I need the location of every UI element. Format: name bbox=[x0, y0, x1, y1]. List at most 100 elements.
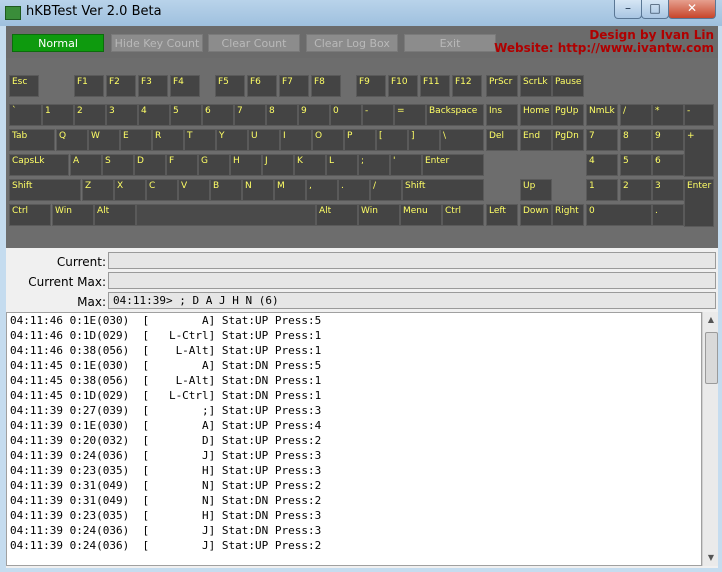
key-sym68[interactable]: ; bbox=[358, 154, 390, 176]
key-win[interactable]: Win bbox=[52, 204, 94, 226]
key-sym83[interactable]: . bbox=[338, 179, 370, 201]
key-9[interactable]: 9 bbox=[298, 104, 330, 126]
key-v[interactable]: V bbox=[178, 179, 210, 201]
key-b[interactable]: B bbox=[210, 179, 242, 201]
key-8[interactable]: 8 bbox=[266, 104, 298, 126]
key-l[interactable]: L bbox=[326, 154, 358, 176]
key-f1[interactable]: F1 bbox=[74, 75, 104, 97]
key-home[interactable]: Home bbox=[520, 104, 552, 126]
key-sym82[interactable]: , bbox=[306, 179, 338, 201]
maximize-button[interactable]: □ bbox=[641, 0, 669, 19]
key-sym48[interactable]: [ bbox=[376, 129, 408, 151]
key-8[interactable]: 8 bbox=[620, 129, 652, 151]
key-del[interactable]: Del bbox=[486, 129, 518, 151]
key-menu[interactable]: Menu bbox=[400, 204, 442, 226]
key-sym103[interactable]: . bbox=[652, 204, 684, 226]
key-alt[interactable]: Alt bbox=[94, 204, 136, 226]
key-1[interactable]: 1 bbox=[586, 179, 618, 201]
minimize-button[interactable]: – bbox=[614, 0, 642, 19]
key-f5[interactable]: F5 bbox=[215, 75, 245, 97]
key-m[interactable]: M bbox=[274, 179, 306, 201]
normal-button[interactable]: Normal bbox=[12, 34, 104, 52]
key-0[interactable]: 0 bbox=[586, 204, 652, 226]
key-enter[interactable]: Enter bbox=[684, 179, 714, 227]
log-scrollbar[interactable]: ▲ ▼ bbox=[702, 312, 718, 566]
key-f3[interactable]: F3 bbox=[138, 75, 168, 97]
key-9[interactable]: 9 bbox=[652, 129, 684, 151]
key-r[interactable]: R bbox=[152, 129, 184, 151]
key-f10[interactable]: F10 bbox=[388, 75, 418, 97]
scroll-thumb[interactable] bbox=[705, 332, 718, 384]
key-space[interactable] bbox=[136, 204, 316, 226]
key-n[interactable]: N bbox=[242, 179, 274, 201]
key-c[interactable]: C bbox=[146, 179, 178, 201]
key-sym27[interactable]: - bbox=[362, 104, 394, 126]
key-p[interactable]: P bbox=[344, 129, 376, 151]
key-t[interactable]: T bbox=[184, 129, 216, 151]
key-scrlk[interactable]: ScrLk bbox=[520, 75, 552, 97]
key-h[interactable]: H bbox=[230, 154, 262, 176]
key-win[interactable]: Win bbox=[358, 204, 400, 226]
key-w[interactable]: W bbox=[88, 129, 120, 151]
key-sym28[interactable]: = bbox=[394, 104, 426, 126]
key-k[interactable]: K bbox=[294, 154, 326, 176]
key-x[interactable]: X bbox=[114, 179, 146, 201]
key-up[interactable]: Up bbox=[520, 179, 552, 201]
key-f9[interactable]: F9 bbox=[356, 75, 386, 97]
key-u[interactable]: U bbox=[248, 129, 280, 151]
key-sym84[interactable]: / bbox=[370, 179, 402, 201]
key-f6[interactable]: F6 bbox=[247, 75, 277, 97]
key-shift[interactable]: Shift bbox=[9, 179, 81, 201]
key-d[interactable]: D bbox=[134, 154, 166, 176]
key-f[interactable]: F bbox=[166, 154, 198, 176]
key-0[interactable]: 0 bbox=[330, 104, 362, 126]
key-sym35[interactable]: * bbox=[652, 104, 684, 126]
key-ctrl[interactable]: Ctrl bbox=[9, 204, 51, 226]
key-sym57[interactable]: + bbox=[684, 129, 714, 177]
key-shift[interactable]: Shift bbox=[402, 179, 484, 201]
key-2[interactable]: 2 bbox=[620, 179, 652, 201]
key-sym16[interactable]: ` bbox=[9, 104, 42, 126]
key-capslk[interactable]: CapsLk bbox=[9, 154, 69, 176]
key-z[interactable]: Z bbox=[82, 179, 114, 201]
key-sym69[interactable]: ' bbox=[390, 154, 422, 176]
key-pause[interactable]: Pause bbox=[552, 75, 584, 97]
key-esc[interactable]: Esc bbox=[9, 75, 39, 97]
key-sym50[interactable]: \ bbox=[440, 129, 484, 151]
key-down[interactable]: Down bbox=[520, 204, 552, 226]
key-i[interactable]: I bbox=[280, 129, 312, 151]
key-6[interactable]: 6 bbox=[652, 154, 684, 176]
key-alt[interactable]: Alt bbox=[316, 204, 358, 226]
key-ins[interactable]: Ins bbox=[486, 104, 518, 126]
key-f8[interactable]: F8 bbox=[311, 75, 341, 97]
key-sym36[interactable]: - bbox=[684, 104, 714, 126]
key-f12[interactable]: F12 bbox=[452, 75, 482, 97]
key-5[interactable]: 5 bbox=[620, 154, 652, 176]
key-pgdn[interactable]: PgDn bbox=[552, 129, 584, 151]
key-s[interactable]: S bbox=[102, 154, 134, 176]
key-f7[interactable]: F7 bbox=[279, 75, 309, 97]
key-end[interactable]: End bbox=[520, 129, 552, 151]
key-g[interactable]: G bbox=[198, 154, 230, 176]
key-6[interactable]: 6 bbox=[202, 104, 234, 126]
exit-button[interactable]: Exit bbox=[404, 34, 496, 52]
key-7[interactable]: 7 bbox=[586, 129, 618, 151]
key-right[interactable]: Right bbox=[552, 204, 584, 226]
key-tab[interactable]: Tab bbox=[9, 129, 55, 151]
key-2[interactable]: 2 bbox=[74, 104, 106, 126]
key-prscr[interactable]: PrScr bbox=[486, 75, 518, 97]
key-sym49[interactable]: ] bbox=[408, 129, 440, 151]
scroll-up-arrow-icon[interactable]: ▲ bbox=[704, 313, 718, 327]
key-left[interactable]: Left bbox=[486, 204, 518, 226]
key-j[interactable]: J bbox=[262, 154, 294, 176]
key-ctrl[interactable]: Ctrl bbox=[442, 204, 484, 226]
key-3[interactable]: 3 bbox=[652, 179, 684, 201]
key-1[interactable]: 1 bbox=[42, 104, 74, 126]
key-3[interactable]: 3 bbox=[106, 104, 138, 126]
key-enter[interactable]: Enter bbox=[422, 154, 484, 176]
key-backspace[interactable]: Backspace bbox=[426, 104, 484, 126]
key-nmlk[interactable]: NmLk bbox=[586, 104, 618, 126]
key-a[interactable]: A bbox=[70, 154, 102, 176]
key-f4[interactable]: F4 bbox=[170, 75, 200, 97]
key-5[interactable]: 5 bbox=[170, 104, 202, 126]
